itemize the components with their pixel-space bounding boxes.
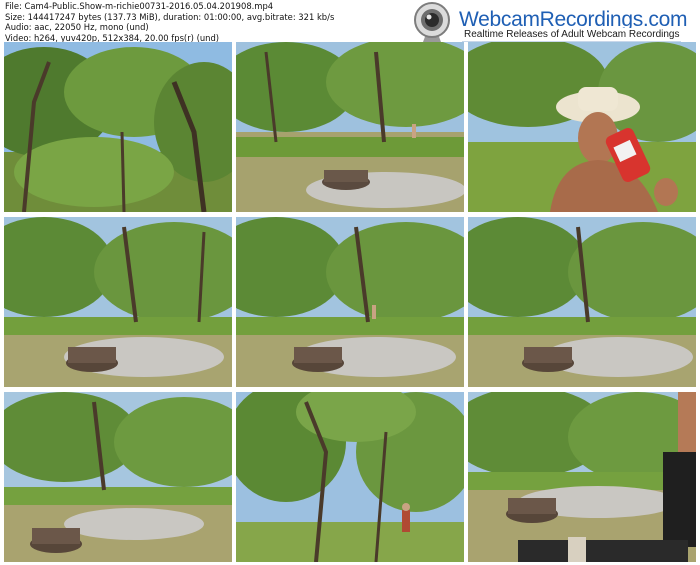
fire-pit-clearing-image bbox=[236, 217, 464, 387]
thumbnail-frame bbox=[236, 392, 464, 562]
fire-pit-clearing-image bbox=[236, 42, 464, 212]
fire-pit-clearing-image bbox=[468, 217, 696, 387]
site-logo: WebcamRecordings.com Realtime Releases o… bbox=[404, 0, 700, 56]
fire-pit-clearing-image bbox=[4, 217, 232, 387]
thumbnail-frame bbox=[4, 392, 232, 562]
thumbnail-frame bbox=[4, 42, 232, 212]
trees-person-walking-image bbox=[236, 392, 464, 562]
thumbnail-grid bbox=[4, 42, 696, 562]
thumbnail-frame bbox=[236, 42, 464, 212]
size-line: Size: 144417247 bytes (137.73 MiB), dura… bbox=[5, 11, 335, 22]
thumbnail-frame bbox=[4, 217, 232, 387]
thumbnail-frame bbox=[468, 217, 696, 387]
fire-pit-clearing-image bbox=[468, 392, 696, 562]
file-info: File: Cam4-Public.Show-m-richie00731-201… bbox=[5, 1, 445, 43]
tagline: Realtime Releases of Adult Webcam Record… bbox=[462, 28, 682, 42]
thumbnail-frame bbox=[468, 42, 696, 212]
audio-line: Audio: aac, 22050 Hz, mono (und) bbox=[5, 22, 149, 33]
thumbnail-frame bbox=[236, 217, 464, 387]
forest-canopy-image bbox=[4, 42, 232, 212]
man-cowboy-hat-image bbox=[468, 42, 696, 212]
fire-pit-clearing-image bbox=[4, 392, 232, 562]
file-line: File: Cam4-Public.Show-m-richie00731-201… bbox=[5, 1, 274, 11]
thumbnail-frame bbox=[468, 392, 696, 562]
